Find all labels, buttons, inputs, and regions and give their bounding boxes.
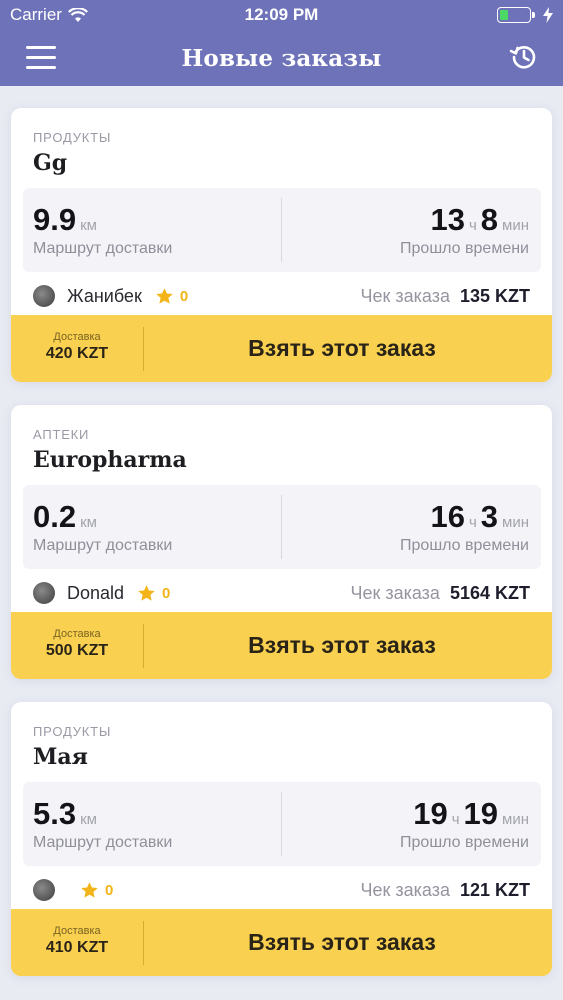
distance-label: Маршрут доставки <box>33 240 173 257</box>
elapsed-hours: 13 <box>430 202 465 237</box>
stats-divider <box>281 792 282 856</box>
take-order-button[interactable]: Доставка 500 KZT Взять этот заказ <box>11 612 552 679</box>
status-time: 12:09 PM <box>244 5 319 24</box>
status-left: Carrier <box>10 5 170 25</box>
delivery-fee: Доставка 500 KZT <box>11 623 144 668</box>
elapsed-minutes: 19 <box>463 796 499 831</box>
order-check: Чек заказа 121 KZT <box>360 880 530 901</box>
stats-divider <box>281 495 282 559</box>
order-stats: 5.3 км Маршрут доставки 19 ч 19 мин Прош… <box>23 782 541 866</box>
distance-stat: 9.9 км Маршрут доставки <box>33 202 172 258</box>
order-category: ПРОДУКТЫ <box>33 724 112 739</box>
order-card[interactable]: ПРОДУКТЫ Мая 5.3 км Маршрут доставки 19 … <box>11 702 552 976</box>
carrier-label: Carrier <box>10 5 62 24</box>
battery-icon <box>497 7 535 23</box>
distance-label: Маршрут доставки <box>33 834 173 851</box>
page-title: Новые заказы <box>181 44 382 72</box>
distance-value: 5.3 <box>33 796 77 831</box>
star-icon <box>138 584 155 601</box>
order-category: АПТЕКИ <box>33 427 90 442</box>
minutes-unit: мин <box>502 217 529 234</box>
elapsed-hours: 19 <box>413 796 448 831</box>
elapsed-label: Прошло времени <box>400 834 529 851</box>
delivery-label: Доставка <box>53 924 101 937</box>
distance-unit: км <box>80 217 97 234</box>
hamburger-menu-icon[interactable] <box>26 46 56 70</box>
status-right <box>393 7 553 23</box>
avatar <box>33 879 55 901</box>
elapsed-label: Прошло времени <box>400 537 529 554</box>
avatar <box>33 582 55 604</box>
courier-row: Жанибек 0 Чек заказа 135 KZT <box>33 283 530 309</box>
elapsed-minutes: 3 <box>480 499 499 534</box>
distance-value: 9.9 <box>33 202 77 237</box>
elapsed-stat: 13 ч 8 мин Прошло времени <box>400 202 529 258</box>
customer-name: Donald <box>67 582 125 603</box>
history-clock-icon[interactable] <box>509 42 539 72</box>
hours-unit: ч <box>468 514 477 531</box>
check-value: 5164 KZT <box>449 582 530 603</box>
bolt-icon <box>543 7 553 23</box>
nav-bar: Новые заказы <box>0 30 563 86</box>
order-store-name: Gg <box>33 150 68 176</box>
distance-stat: 0.2 км Маршрут доставки <box>33 499 172 555</box>
elapsed-stat: 16 ч 3 мин Прошло времени <box>400 499 529 555</box>
take-order-label: Взять этот заказ <box>248 929 436 955</box>
delivery-fee: Доставка 420 KZT <box>11 326 144 371</box>
customer-name: Жанибек <box>67 285 142 306</box>
delivery-price: 410 KZT <box>45 938 109 956</box>
order-card[interactable]: АПТЕКИ Europharma 0.2 км Маршрут доставк… <box>11 405 552 679</box>
delivery-label: Доставка <box>53 627 101 640</box>
star-icon <box>81 881 98 898</box>
order-store-name: Мая <box>33 744 88 770</box>
take-order-button[interactable]: Доставка 420 KZT Взять этот заказ <box>11 315 552 382</box>
check-label: Чек заказа <box>350 582 440 603</box>
elapsed-hours: 16 <box>430 499 465 534</box>
order-check: Чек заказа 5164 KZT <box>350 583 530 604</box>
distance-label: Маршрут доставки <box>33 537 173 554</box>
delivery-price: 500 KZT <box>45 641 109 659</box>
stats-divider <box>281 198 282 262</box>
check-label: Чек заказа <box>360 285 450 306</box>
order-card[interactable]: ПРОДУКТЫ Gg 9.9 км Маршрут доставки 13 ч… <box>11 108 552 382</box>
elapsed-minutes: 8 <box>480 202 499 237</box>
rating-value: 0 <box>162 584 171 602</box>
check-value: 121 KZT <box>459 879 530 900</box>
hours-unit: ч <box>451 811 460 828</box>
distance-unit: км <box>80 514 97 531</box>
order-store-name: Europharma <box>33 447 187 473</box>
elapsed-stat: 19 ч 19 мин Прошло времени <box>400 796 529 852</box>
rating-value: 0 <box>105 881 114 899</box>
status-bar: Carrier 12:09 PM <box>0 0 563 30</box>
check-value: 135 KZT <box>459 285 530 306</box>
delivery-label: Доставка <box>53 330 101 343</box>
courier-row: Donald 0 Чек заказа 5164 KZT <box>33 580 530 606</box>
check-label: Чек заказа <box>360 879 450 900</box>
top-bar: Carrier 12:09 PM Новые заказы <box>0 0 563 86</box>
order-stats: 9.9 км Маршрут доставки 13 ч 8 мин Прошл… <box>23 188 541 272</box>
take-order-button[interactable]: Доставка 410 KZT Взять этот заказ <box>11 909 552 976</box>
order-stats: 0.2 км Маршрут доставки 16 ч 3 мин Прошл… <box>23 485 541 569</box>
minutes-unit: мин <box>502 811 529 828</box>
rating-value: 0 <box>179 287 189 305</box>
distance-stat: 5.3 км Маршрут доставки <box>33 796 172 852</box>
wifi-icon <box>67 7 88 22</box>
order-category: ПРОДУКТЫ <box>33 130 112 145</box>
order-check: Чек заказа 135 KZT <box>360 286 530 307</box>
distance-unit: км <box>80 811 97 828</box>
courier-row: 0 Чек заказа 121 KZT <box>33 877 530 903</box>
delivery-price: 420 KZT <box>45 344 109 362</box>
minutes-unit: мин <box>502 514 529 531</box>
take-order-label: Взять этот заказ <box>248 632 436 658</box>
delivery-fee: Доставка 410 KZT <box>11 920 144 965</box>
elapsed-label: Прошло времени <box>400 240 529 257</box>
hours-unit: ч <box>468 217 477 234</box>
take-order-label: Взять этот заказ <box>248 335 436 361</box>
star-icon <box>156 287 173 304</box>
distance-value: 0.2 <box>33 499 77 534</box>
avatar <box>33 285 55 307</box>
